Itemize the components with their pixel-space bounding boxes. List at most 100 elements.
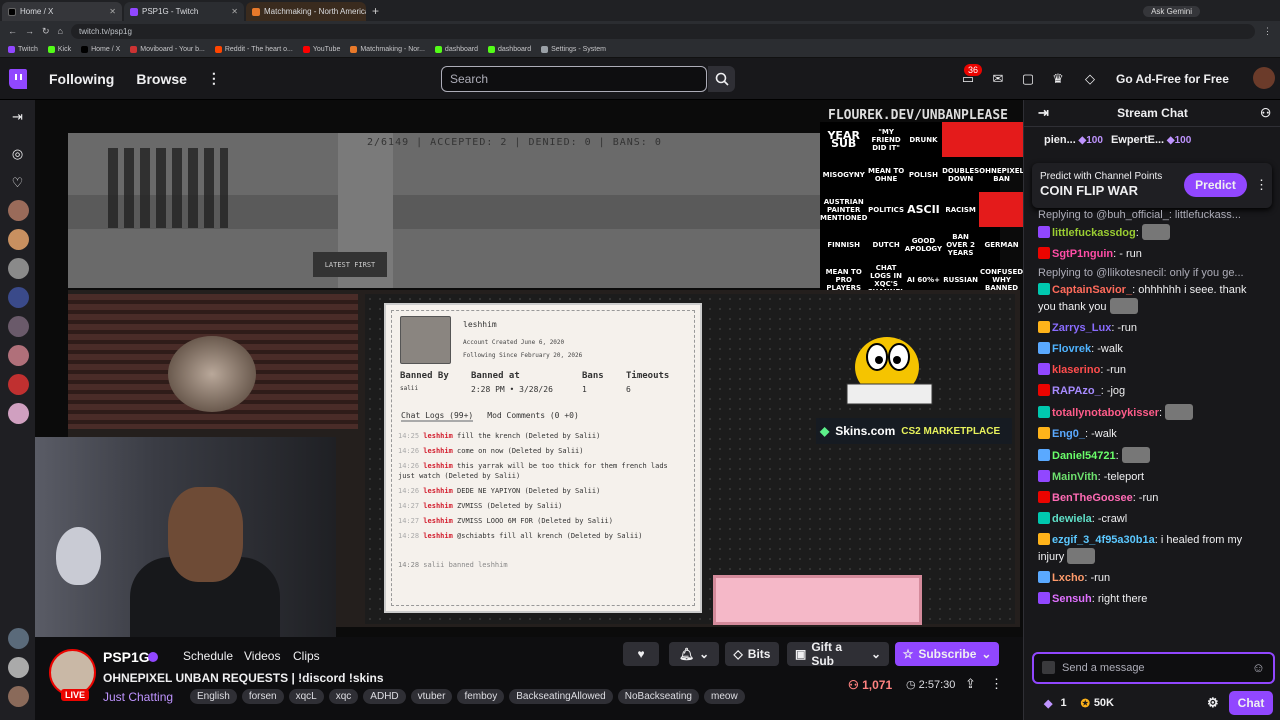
predict-button[interactable]: Predict	[1184, 173, 1247, 197]
chat-username[interactable]: Eng0_	[1052, 428, 1085, 440]
chat-message[interactable]: Eng0_: -walk	[1024, 423, 1277, 444]
new-tab-button[interactable]: +	[372, 4, 379, 18]
followed-channel-avatar[interactable]	[8, 200, 29, 221]
channel-name[interactable]: PSP1G	[103, 649, 150, 665]
chat-message[interactable]: RAPAzo_: -jog	[1024, 380, 1277, 401]
share-icon[interactable]: ⇪	[965, 676, 976, 692]
bookmark-item[interactable]: Reddit - The heart o...	[214, 45, 293, 53]
chat-username[interactable]: Sensuh	[1052, 593, 1092, 605]
chat-message[interactable]: MainVith: -teleport	[1024, 466, 1277, 487]
chat-username[interactable]: totallynotaboykisser	[1052, 407, 1159, 419]
inbox-icon[interactable]: ✉	[990, 71, 1006, 87]
chat-message[interactable]: dewiela: -crawl	[1024, 508, 1277, 529]
settings-icon[interactable]: ⚙	[1207, 695, 1219, 711]
chat-username[interactable]: dewiela	[1052, 513, 1092, 525]
chat-username[interactable]: Flovrek	[1052, 343, 1091, 355]
chat-reply-context[interactable]: Replying to @llikotesnecil: only if you …	[1024, 264, 1277, 279]
expand-sidebar-icon[interactable]: ⇥	[9, 108, 26, 125]
bookmark-item[interactable]: YouTube	[302, 45, 340, 53]
chat-message[interactable]: BenTheGoosee: -run	[1024, 487, 1277, 508]
leaderboard-entry[interactable]: EwpertE... ◆100	[1111, 134, 1191, 146]
followed-channel-avatar[interactable]	[8, 403, 29, 424]
followed-channel-avatar[interactable]	[8, 374, 29, 395]
tag-pill[interactable]: xqc	[328, 689, 359, 704]
followed-channel-avatar[interactable]	[8, 345, 29, 366]
channel-points-icon[interactable]: ✪	[1081, 697, 1090, 710]
nav-following[interactable]: Following	[49, 71, 114, 87]
ask-gemini-button[interactable]: Ask Gemini	[1143, 6, 1200, 17]
tag-pill[interactable]: English	[190, 689, 237, 704]
tag-pill[interactable]: vtuber	[410, 689, 453, 704]
followed-channel-avatar[interactable]	[8, 628, 29, 649]
tag-pill[interactable]: BackseatingAllowed	[509, 689, 613, 704]
chat-username[interactable]: littlefuckassdog	[1052, 227, 1136, 239]
url-field[interactable]: twitch.tv/psp1g	[70, 23, 1255, 39]
chat-username[interactable]: Zarrys_Lux	[1052, 322, 1111, 334]
follow-heart-button[interactable]: ♥	[623, 642, 659, 666]
bookmark-item[interactable]: Home / X	[81, 45, 120, 53]
leaderboard-entry[interactable]: pien... ◆100	[1044, 134, 1103, 146]
search-icon[interactable]	[708, 66, 735, 92]
chat-username[interactable]: ezgif_3_4f95a30b1a	[1052, 534, 1155, 546]
user-avatar[interactable]	[1253, 67, 1275, 89]
twitch-logo-icon[interactable]	[9, 68, 27, 89]
followed-channel-avatar[interactable]	[8, 657, 29, 678]
tag-pill[interactable]: NoBackseating	[617, 689, 699, 704]
chat-message[interactable]: totallynotaboykisser:	[1024, 401, 1277, 423]
video-player[interactable]: FLOUREK.DEV/UNBANPLEASE 2/6149 | ACCEPTE…	[35, 100, 1023, 637]
chat-input[interactable]: Send a message ☺	[1032, 652, 1275, 684]
browser-tab-x[interactable]: Home / X ✕	[2, 2, 122, 21]
chat-message[interactable]: littlefuckassdog:	[1024, 221, 1277, 243]
bits-button[interactable]: ◇ Bits	[725, 642, 779, 666]
chat-username[interactable]: RAPAzo_	[1052, 385, 1101, 397]
recommended-icon[interactable]: ◎	[9, 145, 26, 162]
chat-message[interactable]: Lxcho: -run	[1024, 567, 1277, 588]
tag-pill[interactable]: femboy	[457, 689, 505, 704]
more-options-icon[interactable]: ⋮	[1255, 177, 1268, 193]
chat-username[interactable]: SgtP1nguin	[1052, 248, 1113, 260]
chat-message[interactable]: Daniel54721:	[1024, 444, 1277, 466]
videos-link[interactable]: Videos	[244, 649, 280, 663]
forward-icon[interactable]: →	[25, 26, 34, 36]
clips-link[interactable]: Clips	[293, 649, 320, 663]
followed-channel-avatar[interactable]	[8, 686, 29, 707]
chat-message[interactable]: CaptainSavior_: ohhhhhh i seee. thank yo…	[1024, 279, 1277, 317]
go-ad-free-button[interactable]: Go Ad-Free for Free	[1116, 66, 1229, 92]
prime-icon[interactable]: ◇	[1082, 71, 1098, 87]
bookmark-item[interactable]: Settings - System	[541, 45, 606, 53]
heart-icon[interactable]: ♡	[9, 174, 26, 191]
home-icon[interactable]: ⌂	[58, 26, 63, 36]
whispers-icon[interactable]: ▢	[1020, 71, 1036, 87]
chat-message[interactable]: Flovrek: -walk	[1024, 338, 1277, 359]
notification-bell-button[interactable]: 🔔︎ ⌄	[669, 642, 719, 666]
collapse-chat-icon[interactable]: ⇥	[1038, 105, 1049, 121]
more-icon[interactable]: ⋮	[207, 70, 221, 87]
reload-icon[interactable]: ↻	[42, 26, 50, 37]
close-tab-icon[interactable]: ✕	[231, 7, 238, 16]
browser-tab-twitch[interactable]: PSP1G - Twitch ✕	[124, 2, 244, 21]
schedule-link[interactable]: Schedule	[183, 649, 233, 663]
browser-tab-matchmaking[interactable]: Matchmaking - North America✕	[246, 2, 366, 21]
crown-icon[interactable]: ♛	[1050, 71, 1066, 87]
nav-browse[interactable]: Browse	[136, 71, 187, 87]
subscribe-button[interactable]: ☆ Subscribe ⌄	[895, 642, 999, 666]
bookmark-item[interactable]: dashboard	[488, 45, 531, 53]
chat-username[interactable]: Daniel54721	[1052, 450, 1116, 462]
followed-channel-avatar[interactable]	[8, 287, 29, 308]
followed-channel-avatar[interactable]	[8, 316, 29, 337]
gift-sub-button[interactable]: ▣ Gift a Sub ⌄	[787, 640, 889, 668]
tag-pill[interactable]: meow	[704, 689, 745, 704]
chat-message[interactable]: ezgif_3_4f95a30b1a: i healed from my inj…	[1024, 529, 1277, 567]
users-icon[interactable]: ⚇	[1260, 106, 1271, 120]
tag-pill[interactable]: forsen	[241, 689, 284, 704]
tag-pill[interactable]: ADHD	[363, 689, 406, 704]
followed-channel-avatar[interactable]	[8, 258, 29, 279]
chat-username[interactable]: CaptainSavior_	[1052, 284, 1132, 296]
extensions-icon[interactable]: ⋮	[1263, 26, 1272, 37]
chat-username[interactable]: MainVith	[1052, 471, 1098, 483]
chat-send-button[interactable]: Chat	[1229, 691, 1273, 715]
chat-message[interactable]: klaserino: -run	[1024, 359, 1277, 380]
followed-channel-avatar[interactable]	[8, 229, 29, 250]
chat-username[interactable]: Lxcho	[1052, 572, 1084, 584]
bookmark-item[interactable]: Kick	[47, 45, 71, 53]
